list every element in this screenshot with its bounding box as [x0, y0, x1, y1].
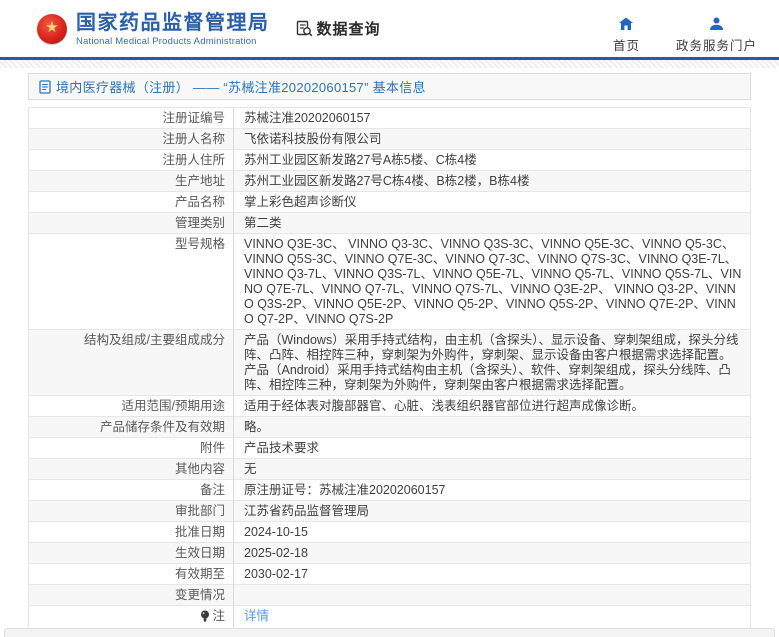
- brand-logo[interactable]: ★ 国家药品监督管理局 National Medical Products Ad…: [37, 11, 270, 47]
- row-value: 苏州工业园区新发路27号C栋4楼、B栋2楼，B栋4楼: [244, 174, 530, 188]
- table-row: 产品名称 掌上彩色超声诊断仪: [29, 192, 750, 213]
- decor-hatch-strip: [0, 60, 779, 68]
- row-label: 结构及组成/主要组成成分: [29, 330, 234, 395]
- nav-home[interactable]: 首页: [613, 17, 640, 54]
- top-nav: 首页 政务服务门户: [613, 17, 765, 54]
- table-row-composition: 结构及组成/主要组成成分 产品（Windows）采用手持式结构，由主机（含探头）…: [29, 330, 750, 396]
- row-value: 无: [244, 462, 257, 476]
- table-row-models: 型号规格 VINNO Q3E-3C、 VINNO Q3-3C、VINNO Q3S…: [29, 234, 750, 330]
- row-label: 批准日期: [29, 522, 234, 542]
- nav-gov-portal-label: 政务服务门户: [675, 39, 757, 53]
- row-label: 适用范围/预期用途: [29, 396, 234, 416]
- row-value: 产品技术要求: [244, 441, 320, 455]
- row-label: 产品名称: [29, 192, 234, 212]
- row-label: 审批部门: [29, 501, 234, 521]
- row-value: 2024-10-15: [244, 525, 308, 539]
- row-label: 有效期至: [29, 564, 234, 584]
- table-row: 备注 原注册证号：苏械注准20202060157: [29, 480, 750, 501]
- row-label: 其他内容: [29, 459, 234, 479]
- note-label-text: 注: [212, 609, 225, 623]
- row-value: [234, 585, 750, 605]
- row-value: 掌上彩色超声诊断仪: [244, 195, 357, 209]
- brand-text: 国家药品监督管理局 National Medical Products Admi…: [76, 11, 270, 47]
- detail-link[interactable]: 详情: [244, 609, 269, 623]
- table-row: 管理类别 第二类: [29, 213, 750, 234]
- row-value: 详情: [234, 606, 750, 629]
- table-row: 适用范围/预期用途 适用于经体表对腹部器官、心脏、浅表组织器官部位进行超声成像诊…: [29, 396, 750, 417]
- star-icon: ★: [45, 19, 59, 36]
- row-label: 注册证编号: [29, 108, 234, 128]
- row-label: 备注: [29, 480, 234, 500]
- row-label: 注册人名称: [29, 129, 234, 149]
- footer-strip: [4, 628, 775, 637]
- site-header: ★ 国家药品监督管理局 National Medical Products Ad…: [0, 0, 779, 57]
- row-label: 型号规格: [29, 234, 234, 329]
- home-icon: [619, 17, 634, 30]
- table-row: 其他内容 无: [29, 459, 750, 480]
- table-row: 注册人住所 苏州工业园区新发路27号A栋5楼、C栋4楼: [29, 150, 750, 171]
- row-label: 生产地址: [29, 171, 234, 191]
- row-label: 注: [29, 606, 234, 629]
- national-emblem-icon: ★: [37, 13, 67, 44]
- row-value: 飞依诺科技股份有限公司: [244, 132, 382, 146]
- row-value: 略。: [244, 420, 270, 434]
- table-row: 生产地址 苏州工业园区新发路27号C栋4楼、B栋2楼，B栋4楼: [29, 171, 750, 192]
- row-value: 适用于经体表对腹部器官、心脏、浅表组织器官部位进行超声成像诊断。: [244, 399, 645, 413]
- table-row: 附件 产品技术要求: [29, 438, 750, 459]
- row-value: 第二类: [244, 216, 282, 230]
- row-value: 2030-02-17: [244, 567, 308, 581]
- table-row: 产品储存条件及有效期 略。: [29, 417, 750, 438]
- info-table: 注册证编号 苏械注准20202060157 注册人名称 飞依诺科技股份有限公司 …: [28, 107, 751, 630]
- row-label: 注册人住所: [29, 150, 234, 170]
- row-value: 苏州工业园区新发路27号A栋5楼、C栋4楼: [244, 153, 477, 167]
- nav-home-label: 首页: [612, 39, 640, 53]
- row-label: 生效日期: [29, 543, 234, 563]
- page: ★ 国家药品监督管理局 National Medical Products Ad…: [0, 0, 779, 637]
- row-value: 江苏省药品监督管理局: [244, 504, 370, 518]
- org-name-cn: 国家药品监督管理局: [76, 11, 270, 34]
- person-icon: [709, 17, 723, 30]
- table-row-note: 注 详情: [29, 606, 750, 630]
- table-row: 注册人名称 飞依诺科技股份有限公司: [29, 129, 750, 150]
- data-query-link[interactable]: 数据查询: [296, 18, 381, 39]
- page-title: 境内医疗器械（注册） —— “苏械注准20202060157” 基本信息: [56, 80, 426, 95]
- table-row: 批准日期 2024-10-15: [29, 522, 750, 543]
- table-row: 注册证编号 苏械注准20202060157: [29, 108, 750, 129]
- bulb-icon: [201, 610, 210, 622]
- row-value: 产品（Windows）采用手持式结构，由主机（含探头）、显示设备、穿刺架组成，探…: [244, 333, 739, 392]
- row-label: 管理类别: [29, 213, 234, 233]
- document-search-icon: [296, 20, 312, 37]
- table-row: 审批部门 江苏省药品监督管理局: [29, 501, 750, 522]
- document-icon: [39, 79, 51, 94]
- data-query-label: 数据查询: [316, 21, 381, 38]
- page-title-bar: 境内医疗器械（注册） —— “苏械注准20202060157” 基本信息: [28, 73, 751, 100]
- row-label: 附件: [29, 438, 234, 458]
- nav-gov-portal[interactable]: 政务服务门户: [676, 17, 757, 54]
- table-row: 有效期至 2030-02-17: [29, 564, 750, 585]
- row-label: 变更情况: [29, 585, 234, 605]
- row-label: 产品储存条件及有效期: [29, 417, 234, 437]
- table-row: 生效日期 2025-02-18: [29, 543, 750, 564]
- org-name-en: National Medical Products Administration: [76, 35, 257, 47]
- row-value: 苏械注准20202060157: [244, 111, 371, 125]
- table-row: 变更情况: [29, 585, 750, 606]
- row-value: 原注册证号：苏械注准20202060157: [244, 483, 446, 497]
- row-value: 2025-02-18: [244, 546, 308, 560]
- row-value: VINNO Q3E-3C、 VINNO Q3-3C、VINNO Q3S-3C、V…: [244, 237, 742, 326]
